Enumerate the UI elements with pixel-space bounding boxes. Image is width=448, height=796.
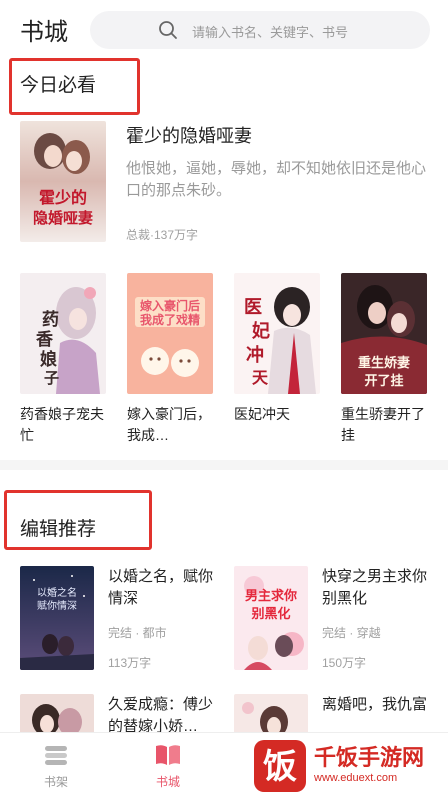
tab-bookshelf[interactable]: 书架 <box>11 733 101 796</box>
svg-text:娘: 娘 <box>40 349 57 369</box>
book-card[interactable]: 重生娇妻 开了挂 重生骄妻开了挂 <box>341 273 427 446</box>
book-title[interactable]: 医妃冲天 <box>234 404 320 446</box>
book-card[interactable]: 药 香 娘 子 药香娘子宠夫忙 <box>20 273 106 446</box>
search-bar[interactable]: 请输入书名、关键字、书号 <box>90 11 430 49</box>
book-title[interactable]: 药香娘子宠夫忙 <box>20 404 106 446</box>
page-title: 书城 <box>20 19 68 46</box>
book-meta: 完结 · 穿越 <box>322 626 381 640</box>
book-cover[interactable]: 男主求你 别黑化 <box>234 566 308 670</box>
book-cover[interactable]: 药 香 娘 子 <box>20 273 106 394</box>
featured-book-meta: 总裁·137万字 <box>126 228 199 242</box>
book-title[interactable]: 快穿之男主求你别黑化 <box>322 566 437 610</box>
book-card[interactable]: 男主求你 别黑化 快穿之男主求你别黑化 完结 · 穿越 150万字 <box>234 566 444 676</box>
svg-text:以婚之名: 以婚之名 <box>37 586 77 599</box>
search-placeholder: 请输入书名、关键字、书号 <box>192 25 349 40</box>
section-title-today: 今日必看 <box>20 75 97 96</box>
svg-text:我成了戏精: 我成了戏精 <box>140 312 200 327</box>
book-cover[interactable]: 以婚之名 赋你情深 <box>20 566 94 670</box>
header: 书城 请输入书名、关键字、书号 <box>0 0 448 60</box>
watermark-logo: 饭 <box>254 740 306 792</box>
book-cover[interactable]: 重生娇妻 开了挂 <box>341 273 427 394</box>
svg-text:霍少的: 霍少的 <box>39 188 87 207</box>
svg-text:冲: 冲 <box>246 344 264 365</box>
book-word-count: 150万字 <box>322 656 367 670</box>
svg-text:药: 药 <box>42 309 59 329</box>
book-title[interactable]: 以婚之名，赋你情深 <box>108 566 223 610</box>
svg-text:开了挂: 开了挂 <box>364 373 403 388</box>
svg-text:赋你情深: 赋你情深 <box>37 599 77 612</box>
book-meta: 完结 · 都市 <box>108 626 167 640</box>
svg-text:男主求你: 男主求你 <box>245 588 297 603</box>
watermark-url: www.eduext.com <box>314 772 398 784</box>
book-word-count: 113万字 <box>108 656 152 670</box>
book-title[interactable]: 嫁入豪门后，我成… <box>127 404 213 446</box>
svg-text:医: 医 <box>244 297 262 317</box>
book-cover[interactable]: 医 妃 冲 天 <box>234 273 320 394</box>
section-divider <box>0 460 448 470</box>
tab-bookstore-label: 书城 <box>155 775 180 789</box>
book-title[interactable]: 离婚吧，我仇富 <box>322 694 437 716</box>
book-cover[interactable]: 嫁入豪门后 我成了戏精 <box>127 273 213 394</box>
svg-text:重生娇妻: 重生娇妻 <box>358 355 410 370</box>
watermark-name: 千饭手游网 <box>314 745 425 770</box>
svg-text:嫁入豪门后: 嫁入豪门后 <box>139 298 200 313</box>
watermark: 饭 千饭手游网 www.eduext.com <box>250 734 448 796</box>
tab-bookstore[interactable]: 书城 <box>123 733 213 796</box>
svg-text:别黑化: 别黑化 <box>250 606 290 621</box>
bookshelf-icon <box>45 746 67 765</box>
svg-text:香: 香 <box>36 330 53 349</box>
book-card[interactable]: 医 妃 冲 天 医妃冲天 <box>234 273 320 446</box>
featured-book-description: 他恨她，逼她，辱她，却不知她依旧还是他心口的那点朱砂。 <box>126 160 427 199</box>
svg-text:隐婚哑妻: 隐婚哑妻 <box>33 209 93 227</box>
featured-book-cover[interactable]: 霍少的 隐婚哑妻 <box>20 121 106 242</box>
featured-book-title[interactable]: 霍少的隐婚哑妻 <box>126 122 252 148</box>
svg-text:妃: 妃 <box>252 320 270 341</box>
search-icon <box>159 21 177 39</box>
svg-text:天: 天 <box>252 370 269 387</box>
book-open-icon <box>156 745 180 765</box>
svg-text:子: 子 <box>44 370 59 387</box>
section-title-editor: 编辑推荐 <box>20 519 97 540</box>
tab-bookshelf-label: 书架 <box>43 775 68 789</box>
book-card[interactable]: 嫁入豪门后 我成了戏精 嫁入豪门后，我成… <box>127 273 213 446</box>
book-title[interactable]: 重生骄妻开了挂 <box>341 404 427 446</box>
svg-text:饭: 饭 <box>263 748 297 786</box>
book-card[interactable]: 以婚之名 赋你情深 以婚之名，赋你情深 完结 · 都市 113万字 <box>20 566 230 676</box>
